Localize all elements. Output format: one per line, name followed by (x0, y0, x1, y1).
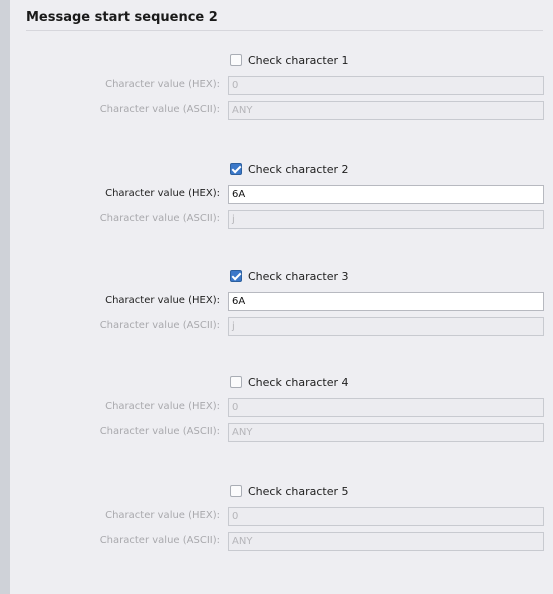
check-character-group-3: Check character 3 Character value (HEX):… (0, 268, 553, 356)
hex-label-5: Character value (HEX): (105, 510, 220, 521)
hex-input-5[interactable]: 0 (228, 507, 544, 526)
hex-label-4: Character value (HEX): (105, 401, 220, 412)
ascii-input-4[interactable]: ANY (228, 423, 544, 442)
check-character-1-row[interactable]: Check character 1 (230, 52, 349, 68)
ascii-label-3: Character value (ASCII): (99, 320, 220, 331)
hex-input-2[interactable]: 6A (228, 185, 544, 204)
hex-label-1: Character value (HEX): (105, 79, 220, 90)
check-character-group-1: Check character 1 Character value (HEX):… (0, 52, 553, 140)
check-character-3-label: Check character 3 (248, 269, 349, 283)
section-title: Message start sequence 2 (26, 10, 218, 25)
ascii-label-5: Character value (ASCII): (99, 535, 220, 546)
check-character-2-row[interactable]: Check character 2 (230, 161, 349, 177)
hex-label-3: Character value (HEX): (105, 295, 220, 306)
check-character-1-label: Check character 1 (248, 53, 349, 67)
check-character-1-checkbox[interactable] (230, 54, 242, 66)
check-character-group-4: Check character 4 Character value (HEX):… (0, 374, 553, 462)
ascii-input-1[interactable]: ANY (228, 101, 544, 120)
title-divider (26, 30, 543, 31)
check-character-3-row[interactable]: Check character 3 (230, 268, 349, 284)
check-character-4-label: Check character 4 (248, 375, 349, 389)
ascii-label-1: Character value (ASCII): (99, 104, 220, 115)
hex-input-3[interactable]: 6A (228, 292, 544, 311)
ascii-input-2[interactable]: j (228, 210, 544, 229)
check-character-3-checkbox[interactable] (230, 270, 242, 282)
ascii-input-5[interactable]: ANY (228, 532, 544, 551)
hex-label-2: Character value (HEX): (105, 188, 220, 199)
check-character-2-label: Check character 2 (248, 162, 349, 176)
ascii-label-4: Character value (ASCII): (99, 426, 220, 437)
check-character-4-row[interactable]: Check character 4 (230, 374, 349, 390)
check-character-5-label: Check character 5 (248, 484, 349, 498)
check-character-4-checkbox[interactable] (230, 376, 242, 388)
check-character-group-2: Check character 2 Character value (HEX):… (0, 161, 553, 249)
check-character-5-checkbox[interactable] (230, 485, 242, 497)
check-character-5-row[interactable]: Check character 5 (230, 483, 349, 499)
hex-input-1[interactable]: 0 (228, 76, 544, 95)
check-character-2-checkbox[interactable] (230, 163, 242, 175)
ascii-input-3[interactable]: j (228, 317, 544, 336)
hex-input-4[interactable]: 0 (228, 398, 544, 417)
check-character-group-5: Check character 5 Character value (HEX):… (0, 483, 553, 571)
ascii-label-2: Character value (ASCII): (99, 213, 220, 224)
